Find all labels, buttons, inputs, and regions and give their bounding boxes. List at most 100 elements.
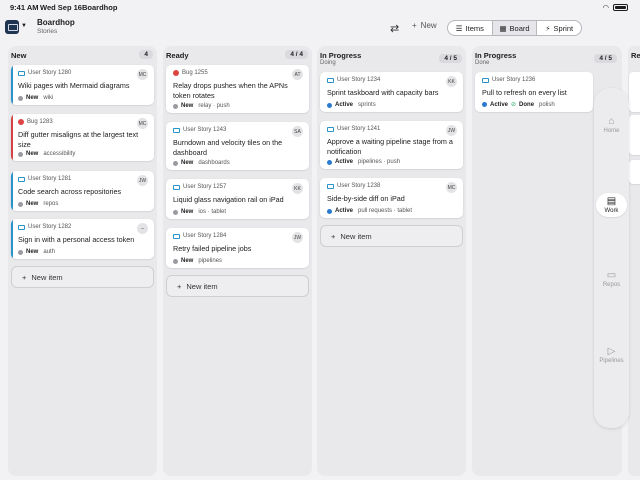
card-title: Burndown and velocity tiles on the dashb… [173, 138, 283, 157]
rail-item-home[interactable]: ⌂ Home [594, 116, 629, 134]
card-status: Active [335, 102, 354, 108]
bug-icon [173, 70, 179, 76]
column-title: In Progress [320, 51, 362, 60]
card[interactable] [629, 160, 640, 184]
avatar: JW [446, 125, 457, 136]
new-item-button[interactable]: + New item [320, 225, 463, 247]
view-board[interactable]: ▦ Board [491, 21, 537, 35]
card[interactable]: Bug 1283 MC Diff gutter misaligns at the… [11, 114, 154, 161]
new-button[interactable]: + New [412, 21, 437, 30]
repos-icon: ▭ [606, 270, 617, 281]
sprint-icon: ⚡ [545, 23, 551, 33]
check-circle-icon: ⊘ [511, 102, 517, 108]
plus-icon: + [412, 21, 417, 30]
status-dot [327, 102, 332, 108]
new-item-label: New item [31, 272, 63, 282]
status-dot [173, 209, 178, 215]
column-title: Re [631, 51, 640, 60]
status-dot [173, 258, 178, 264]
card[interactable]: User Story 1257 KK Liquid glass navigati… [166, 179, 309, 219]
card-status: New [181, 160, 194, 166]
card[interactable]: User Story 1282 – Sign in with a persona… [11, 219, 154, 259]
card-type: User Story 1257 [183, 184, 227, 190]
project-avatar-icon[interactable] [5, 20, 19, 34]
column-title: Ready [166, 51, 189, 60]
card[interactable]: User Story 1284 JW Retry failed pipeline… [166, 228, 309, 268]
status-dot [482, 102, 487, 107]
card-type: User Story 1238 [337, 183, 381, 189]
avatar: MC [137, 69, 148, 80]
rail-item-pipelines[interactable]: ▷ Pipelines [594, 346, 629, 364]
user-story-icon [173, 127, 180, 133]
status-dot [18, 249, 23, 255]
card-accent [11, 219, 13, 259]
user-story-icon [327, 77, 334, 83]
card[interactable]: User Story 1234 KK Sprint taskboard with… [320, 72, 463, 112]
card[interactable] [629, 72, 640, 112]
column-title: New [11, 51, 27, 60]
card[interactable]: User Story 1236 Pull to refresh on every… [475, 72, 593, 112]
card-title: Sign in with a personal access token [18, 235, 135, 244]
card-status: New [181, 103, 194, 109]
card-type: Bug 1255 [182, 70, 208, 76]
card-tags: auth [43, 249, 56, 255]
user-story-icon [18, 70, 25, 76]
rail-item-repos[interactable]: ▭ Repos [594, 270, 629, 288]
user-story-icon [482, 77, 489, 83]
pipelines-icon: ▷ [607, 346, 616, 357]
card-status: New [181, 209, 194, 215]
avatar: JW [292, 232, 303, 243]
card-status: New [181, 258, 194, 264]
avatar: AT [292, 69, 303, 80]
card[interactable]: Bug 1255 AT Relay drops pushes when the … [166, 65, 309, 113]
card-status: Active [335, 208, 354, 214]
status-dot [327, 208, 332, 214]
rail-item-work[interactable]: ▤ Work [594, 193, 629, 217]
view-sprint[interactable]: ⚡ Sprint [536, 21, 581, 35]
swap-icon[interactable]: ⇄ [390, 22, 399, 35]
plus-icon: + [22, 272, 27, 282]
column-peek: Re [628, 46, 640, 476]
user-story-icon [327, 183, 334, 189]
avatar: SA [292, 126, 303, 137]
card-status: New [26, 249, 39, 255]
bug-icon [18, 119, 24, 125]
column-new: New 4 User Story 1280 MC Wiki pages with… [8, 46, 157, 476]
plus-icon: + [331, 231, 336, 241]
column-ready: Ready 4 / 4 Bug 1255 AT Relay drops push… [163, 46, 312, 476]
card-accent [11, 65, 13, 105]
card-title: Pull to refresh on every list [482, 88, 567, 97]
card-done: Done [519, 101, 535, 108]
avatar: MC [446, 182, 457, 193]
column-subtitle: Done [475, 60, 490, 66]
status-dot [173, 103, 178, 109]
card[interactable]: User Story 1241 JW Approve a waiting pip… [320, 121, 463, 169]
status-dot [173, 160, 178, 166]
card[interactable]: User Story 1281 JW Code search across re… [11, 171, 154, 211]
card[interactable]: User Story 1280 MC Wiki pages with Merma… [11, 65, 154, 105]
new-item-label: New item [340, 231, 372, 241]
card-type: User Story 1284 [183, 233, 227, 239]
card[interactable]: User Story 1238 MC Side-by-side diff on … [320, 178, 463, 218]
list-icon: ☰ [455, 23, 463, 33]
new-item-button[interactable]: + New item [11, 266, 154, 288]
battery-icon [613, 4, 628, 11]
status-date: Wed Sep 16 [40, 3, 82, 12]
column-count: 4 / 5 [439, 54, 462, 63]
card[interactable]: User Story 1243 SA Burndown and velocity… [166, 122, 309, 170]
chevron-down-icon[interactable]: ▼ [21, 23, 27, 29]
card-type: User Story 1282 [28, 224, 72, 230]
avatar: MC [137, 118, 148, 129]
new-button-label: New [420, 21, 437, 30]
new-item-button[interactable]: + New item [166, 275, 309, 297]
user-story-icon [18, 224, 25, 230]
view-items[interactable]: ☰ Items [448, 21, 492, 35]
card[interactable] [629, 115, 640, 155]
card-status: New [26, 95, 39, 101]
card-tags: dashboards [198, 160, 230, 166]
card-type: User Story 1236 [492, 77, 536, 83]
card-type: User Story 1281 [28, 176, 72, 182]
card-title: Side-by-side diff on iPad [327, 194, 405, 203]
top-bar: ▼ Boardhop Stories ⇄ + New ☰ Items ▦ Board… [0, 18, 640, 38]
project-subtitle: Stories [37, 28, 58, 35]
